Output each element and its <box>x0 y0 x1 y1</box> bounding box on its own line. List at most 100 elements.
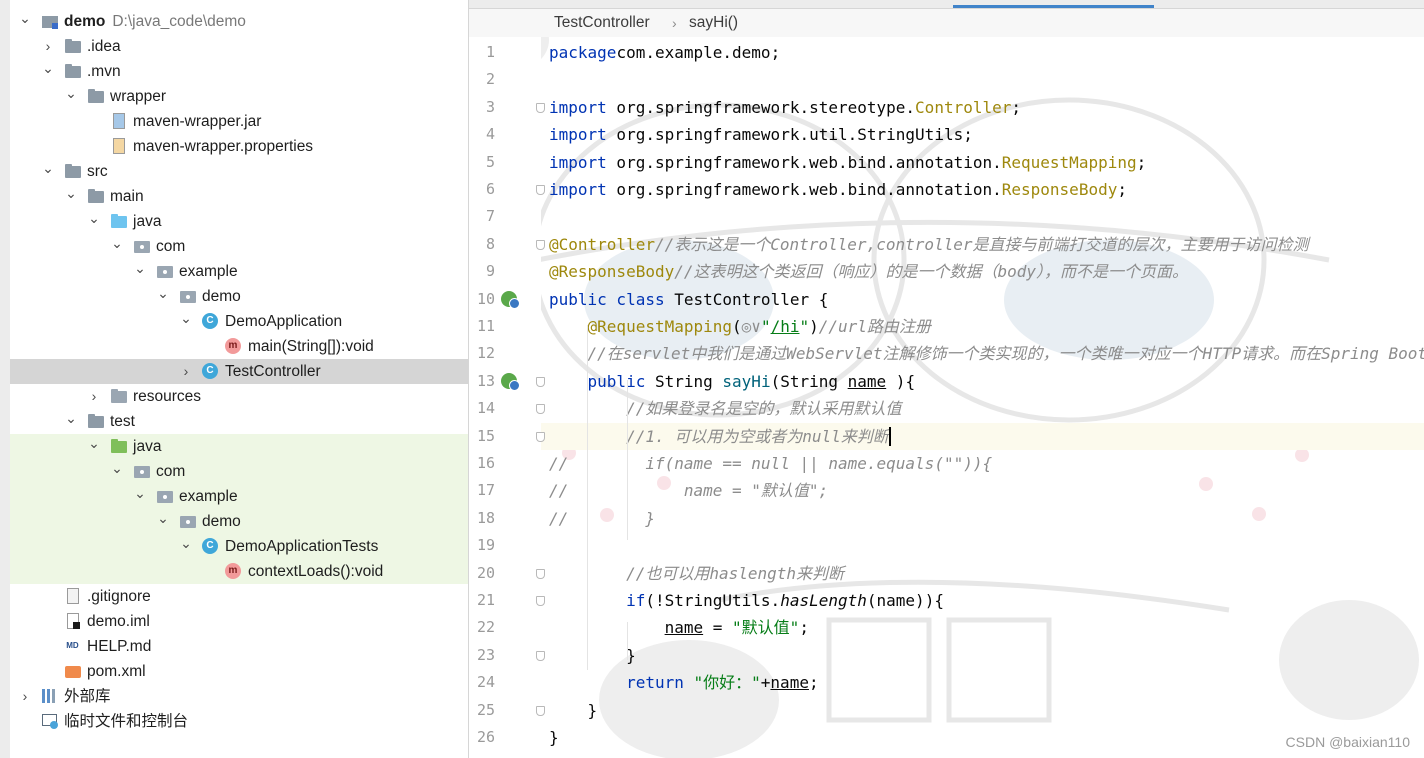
gitignore-file-icon <box>64 588 81 604</box>
tree-item[interactable]: pom.xml <box>10 659 468 684</box>
line-number: 12 <box>476 344 495 363</box>
tree-item[interactable]: › 外部库 <box>10 684 468 709</box>
code-line[interactable]: import org.springframework.web.bind.anno… <box>549 149 1146 176</box>
code-line[interactable]: @ResponseBody//这表明这个类返回（响应）的是一个数据（body），… <box>549 258 1188 285</box>
tree-item[interactable]: 临时文件和控制台 <box>10 709 468 734</box>
code-line[interactable]: return "你好："+name; <box>549 669 819 696</box>
code-line[interactable]: @RequestMapping(◎∨"/hi")//url路由注册 <box>549 313 931 340</box>
chevron-down-icon[interactable]: ⌄ <box>156 509 170 534</box>
code-line[interactable]: public String sayHi(String name ){ <box>549 368 916 395</box>
editor-tab-strip[interactable] <box>469 0 1424 9</box>
tree-item[interactable]: ⌄ src <box>10 159 468 184</box>
code-line[interactable]: public class TestController { <box>549 286 828 313</box>
breadcrumb-class[interactable]: TestController <box>554 9 650 37</box>
chevron-down-icon[interactable]: ⌄ <box>41 59 55 84</box>
code-token: ( <box>732 317 742 336</box>
tree-item-label: demo D:\java_code\demo <box>64 9 246 34</box>
tree-item-label: example <box>179 263 238 280</box>
chevron-right-icon[interactable]: › <box>87 384 101 409</box>
tree-item[interactable]: › resources <box>10 384 468 409</box>
tree-item[interactable]: › .idea <box>10 34 468 59</box>
code-line[interactable]: import org.springframework.stereotype.Co… <box>549 94 1021 121</box>
tree-item-label: 外部库 <box>64 688 111 705</box>
code-token: import <box>549 152 607 172</box>
chevron-down-icon[interactable]: ⌄ <box>41 159 55 184</box>
tree-item[interactable]: ⌄ java <box>10 434 468 459</box>
tree-item[interactable]: ⌄ C DemoApplication <box>10 309 468 334</box>
chevron-down-icon[interactable]: ⌄ <box>179 309 193 334</box>
code-line[interactable]: // } <box>549 505 655 532</box>
spring-bean-gutter-icon[interactable] <box>501 372 520 391</box>
tree-item[interactable]: ⌄ com <box>10 459 468 484</box>
chevron-down-icon[interactable]: ⌄ <box>110 459 124 484</box>
code-token: RequestMapping <box>1001 152 1137 172</box>
breadcrumb-method[interactable]: sayHi() <box>689 9 738 37</box>
tree-item-label: demo <box>202 288 241 305</box>
tree-item[interactable]: m contextLoads():void <box>10 559 468 584</box>
code-line[interactable]: @Controller//表示这是一个Controller,controller… <box>549 231 1309 258</box>
chevron-right-icon[interactable]: › <box>179 359 193 384</box>
chevron-right-icon[interactable]: › <box>41 34 55 59</box>
tree-item[interactable]: › C TestController <box>10 359 468 384</box>
tree-item[interactable]: ⌄ C DemoApplicationTests <box>10 534 468 559</box>
code-line[interactable]: packagecom.example.demo; <box>549 39 780 66</box>
tree-item[interactable]: ⌄ java <box>10 209 468 234</box>
chevron-right-icon[interactable]: › <box>18 684 32 709</box>
spring-bean-gutter-icon[interactable] <box>501 290 520 309</box>
chevron-down-icon[interactable]: ⌄ <box>18 9 32 34</box>
indent-guide <box>627 622 628 660</box>
tree-item[interactable]: ⌄ demo <box>10 509 468 534</box>
code-token: ResponseBody <box>1001 180 1118 199</box>
chevron-down-icon[interactable]: ⌄ <box>87 209 101 234</box>
tree-item[interactable]: ⌄ demo <box>10 284 468 309</box>
tree-item[interactable]: m main(String[]):void <box>10 334 468 359</box>
code-line[interactable]: //1. 可以用为空或者为null来判断 <box>549 423 891 450</box>
code-line[interactable]: //在servlet中我们是通过WebServlet注解修饰一个类实现的，一个类… <box>549 340 1424 367</box>
chevron-down-icon[interactable]: ⌄ <box>64 84 78 109</box>
tree-item-label: DemoApplication <box>225 313 343 330</box>
tree-item[interactable]: ⌄ example <box>10 484 468 509</box>
tree-item[interactable]: ⌄ wrapper <box>10 84 468 109</box>
chevron-down-icon[interactable]: ⌄ <box>64 184 78 209</box>
chevron-down-icon[interactable]: ⌄ <box>133 259 147 284</box>
tree-item[interactable]: .gitignore <box>10 584 468 609</box>
folder-icon <box>64 38 81 54</box>
code-line[interactable]: //也可以用haslength来判断 <box>549 560 844 587</box>
chevron-down-icon[interactable]: ⌄ <box>179 534 193 559</box>
tree-item[interactable]: ⌄ .mvn <box>10 59 468 84</box>
code-editor[interactable]: TestController › sayHi() 1 2 3 4 5 6 7 8 9 10 11 12… <box>469 0 1424 758</box>
code-line[interactable]: import org.springframework.web.bind.anno… <box>549 176 1127 203</box>
code-line[interactable]: } <box>549 642 636 669</box>
code-text-area[interactable]: packagecom.example.demo; import org.sprin… <box>541 37 1424 758</box>
tree-item[interactable]: ⌄ test <box>10 409 468 434</box>
chevron-down-icon[interactable]: ⌄ <box>133 484 147 509</box>
tree-item[interactable]: ⌄ com <box>10 234 468 259</box>
code-line[interactable]: if(!StringUtils.hasLength(name)){ <box>549 587 944 614</box>
line-number: 22 <box>476 618 495 637</box>
code-line[interactable]: } <box>549 724 559 751</box>
text-caret <box>888 426 891 446</box>
chevron-down-icon[interactable]: ⌄ <box>87 434 101 459</box>
tree-item[interactable]: MD HELP.md <box>10 634 468 659</box>
tree-item[interactable]: maven-wrapper.properties <box>10 134 468 159</box>
chevron-down-icon[interactable]: ⌄ <box>64 409 78 434</box>
tree-item[interactable]: maven-wrapper.jar <box>10 109 468 134</box>
code-line[interactable]: //如果登录名是空的，默认采用默认值 <box>549 395 901 422</box>
tree-item[interactable]: ⌄ main <box>10 184 468 209</box>
code-line[interactable]: import org.springframework.util.StringUt… <box>549 121 973 148</box>
tree-item[interactable]: ⌄ demo D:\java_code\demo <box>10 9 468 34</box>
code-line[interactable]: // name = "默认值"; <box>549 477 828 504</box>
tree-item-label: .idea <box>87 38 121 55</box>
code-line[interactable]: // if(name == null || name.equals("")){ <box>549 450 992 477</box>
tree-item[interactable]: ⌄ example <box>10 259 468 284</box>
code-line[interactable]: } <box>549 697 598 724</box>
module-folder-icon <box>41 13 58 29</box>
iml-file-icon <box>64 613 81 629</box>
code-token: //在servlet中我们是通过WebServlet注解修饰一个类实现的，一个类… <box>587 344 1424 364</box>
chevron-down-icon[interactable]: ⌄ <box>156 284 170 309</box>
line-number-gutter[interactable]: 1 2 3 4 5 6 7 8 9 10 11 12 13 14 15 16 17 18 19 20 21 22 23 24 2… <box>469 37 545 758</box>
chevron-down-icon[interactable]: ⌄ <box>110 234 124 259</box>
code-token: ; <box>1117 180 1127 199</box>
tree-item[interactable]: demo.iml <box>10 609 468 634</box>
line-number: 24 <box>476 673 495 692</box>
